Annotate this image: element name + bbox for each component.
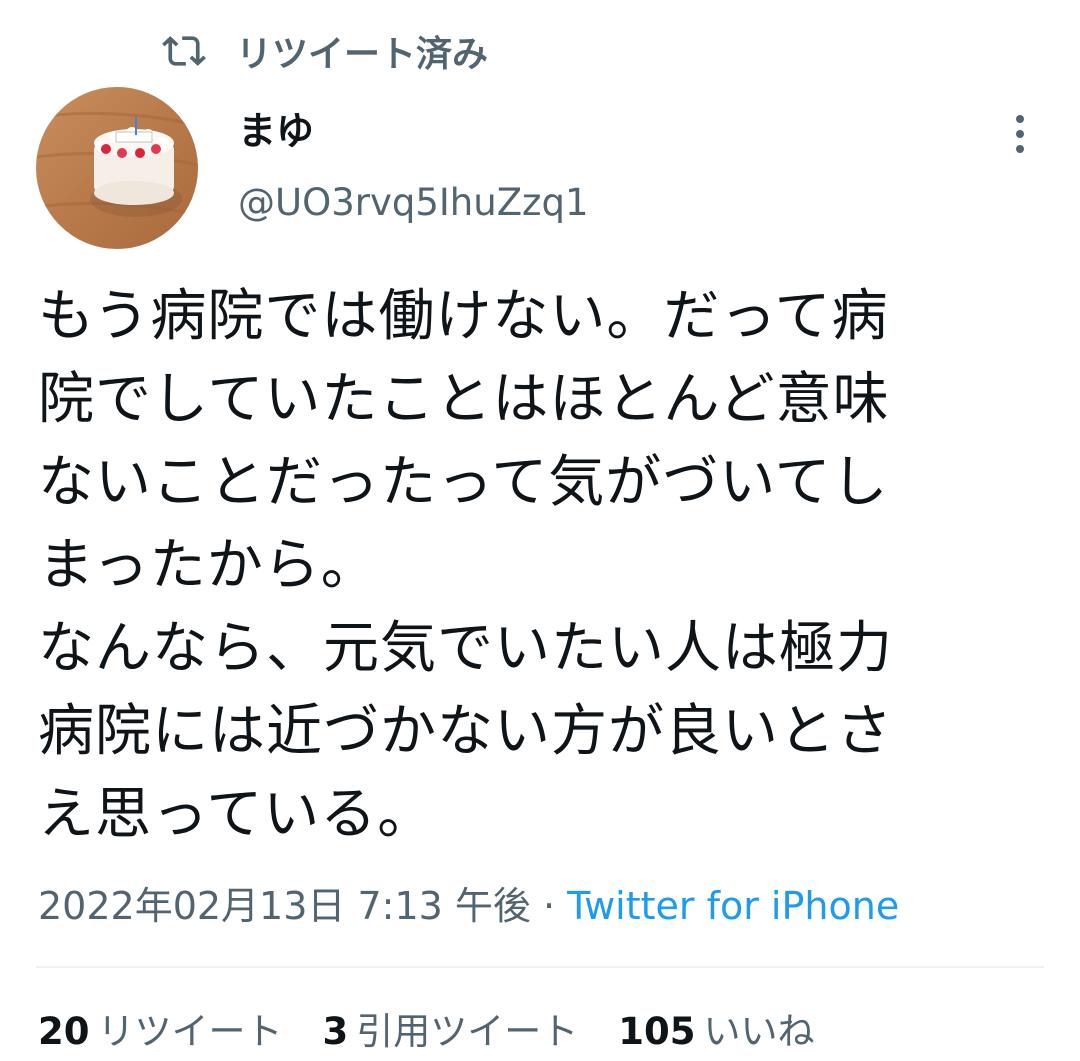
retweet-icon bbox=[162, 29, 206, 73]
display-name[interactable]: まゆ bbox=[238, 106, 314, 156]
stat-count: 3 bbox=[322, 1010, 349, 1053]
meta-separator: · bbox=[530, 884, 568, 928]
stat-quote-tweets[interactable]: 3 引用ツイート bbox=[323, 1006, 579, 1058]
tweet-timestamp[interactable]: 2022年02月13日 7:13 午後 bbox=[38, 884, 531, 928]
stat-label: いいね bbox=[703, 1010, 815, 1053]
birthday-cake-avatar bbox=[36, 87, 198, 249]
more-vertical-icon bbox=[1016, 115, 1024, 123]
tweet-text: もう病院では働けない。だって病 院でしていたことはほとんど意味 ないことだったっ… bbox=[38, 284, 893, 847]
stat-likes[interactable]: 105 いいね bbox=[618, 1006, 814, 1058]
retweet-banner: リツイート済み bbox=[162, 26, 488, 76]
tweet-meta: 2022年02月13日 7:13 午後 · Twitter for iPhone bbox=[38, 880, 899, 932]
retweet-label: リツイート済み bbox=[236, 34, 489, 75]
tweet-source-link[interactable]: Twitter for iPhone bbox=[567, 884, 899, 928]
stat-count: 105 bbox=[618, 1010, 696, 1053]
divider bbox=[36, 966, 1044, 968]
more-options-button[interactable] bbox=[998, 108, 1042, 160]
stat-label: リツイート bbox=[97, 1010, 283, 1053]
avatar[interactable] bbox=[36, 87, 198, 249]
tweet-stats: 20 リツイート 3 引用ツイート 105 いいね bbox=[38, 1006, 814, 1058]
user-handle[interactable]: @UO3rvq5IhuZzq1 bbox=[238, 178, 589, 228]
stat-retweets[interactable]: 20 リツイート bbox=[38, 1006, 283, 1058]
stat-label: 引用ツイート bbox=[356, 1010, 579, 1053]
stat-count: 20 bbox=[38, 1010, 90, 1053]
